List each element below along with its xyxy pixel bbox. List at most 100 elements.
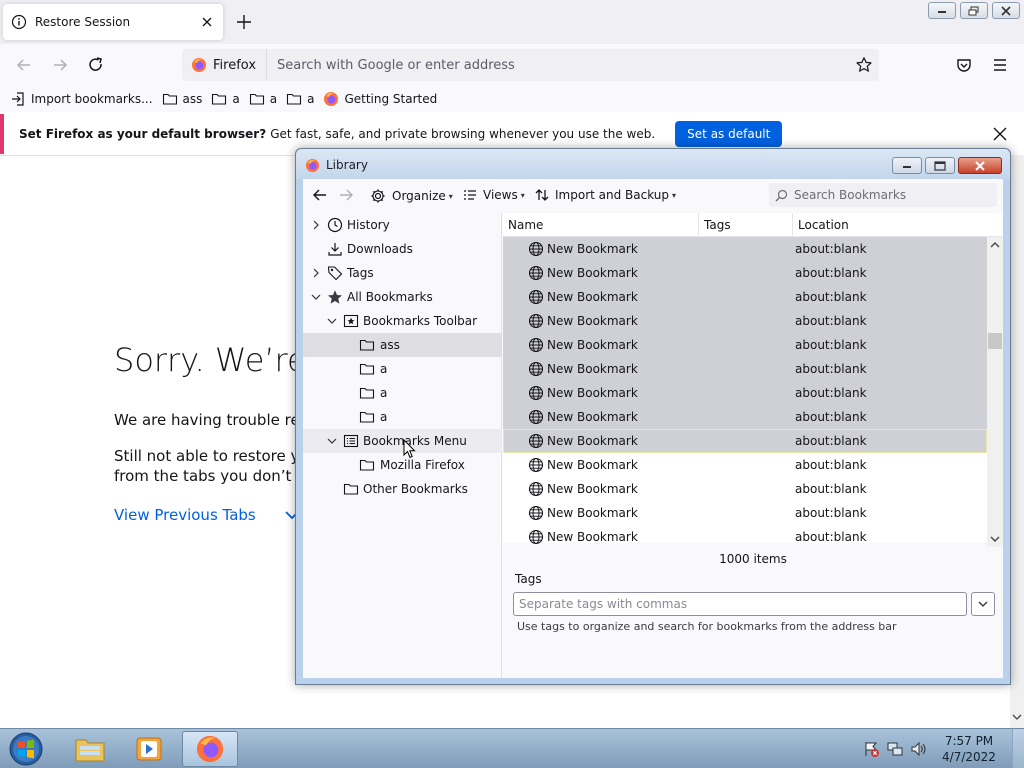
library-titlebar[interactable]: Library — [296, 149, 1010, 179]
star-icon — [327, 289, 343, 305]
window-controls — [928, 2, 1020, 19]
column-header-location[interactable]: Location — [793, 213, 1003, 237]
library-minimize-button[interactable] — [892, 157, 922, 174]
bookmark-row[interactable]: New Bookmark about:blank — [503, 453, 987, 477]
action-center-flag-icon[interactable] — [862, 740, 880, 758]
minimize-button[interactable] — [928, 2, 956, 19]
globe-icon — [528, 313, 544, 329]
bookmark-row[interactable]: New Bookmark about:blank — [503, 477, 987, 501]
column-header-name[interactable]: Name — [503, 213, 699, 237]
new-tab-button[interactable] — [234, 12, 254, 32]
bookmark-row[interactable]: New Bookmark about:blank — [503, 261, 987, 285]
back-button[interactable] — [14, 55, 34, 75]
clock[interactable]: 7:57 PM 4/7/2022 — [934, 733, 1004, 765]
chevron-right-icon[interactable] — [310, 267, 322, 279]
tab-restore-session[interactable]: Restore Session — [3, 4, 223, 40]
views-menu-button[interactable]: Views ▾ — [463, 188, 525, 202]
taskbar-explorer[interactable] — [62, 731, 118, 767]
bookmark-star-icon[interactable] — [855, 56, 873, 74]
start-button[interactable] — [6, 730, 46, 768]
close-window-button[interactable] — [992, 2, 1020, 19]
bookmark-label: a — [307, 92, 315, 106]
tags-field[interactable] — [513, 592, 967, 616]
bookmark-label: ass — [182, 92, 203, 106]
bookmark-getting-started[interactable]: Getting Started — [323, 91, 437, 107]
bookmark-row[interactable]: New Bookmark about:blank — [503, 309, 987, 333]
bookmark-folder-a[interactable]: a — [286, 91, 314, 107]
column-header-tags[interactable]: Tags — [699, 213, 793, 237]
scroll-up-icon[interactable] — [989, 240, 1001, 250]
tags-dropdown-button[interactable] — [971, 592, 995, 616]
restore-button[interactable] — [960, 2, 988, 19]
scrollbar-thumb[interactable] — [988, 333, 1002, 349]
tree-item-folder-a[interactable]: a — [303, 357, 502, 381]
close-tab-icon[interactable] — [199, 14, 215, 30]
tree-item-history[interactable]: History — [303, 213, 502, 237]
globe-icon — [528, 457, 544, 473]
import-backup-label: Import and Backup — [555, 188, 670, 202]
bookmark-location: about:blank — [795, 410, 867, 424]
tree-item-all-bookmarks[interactable]: All Bookmarks — [303, 285, 502, 309]
network-icon[interactable] — [886, 740, 904, 758]
organize-menu-button[interactable]: Organize ▾ — [370, 188, 453, 204]
address-bar[interactable]: Firefox — [182, 49, 879, 81]
bookmark-row[interactable]: New Bookmark about:blank — [503, 429, 987, 453]
view-previous-tabs-link[interactable]: View Previous Tabs — [114, 506, 300, 524]
tree-item-bookmarks-toolbar[interactable]: Bookmarks Toolbar — [303, 309, 502, 333]
chevron-down-icon[interactable] — [310, 291, 322, 303]
back-arrow-icon[interactable] — [312, 187, 328, 203]
tree-item-tags[interactable]: Tags — [303, 261, 502, 285]
tree-item-folder-a[interactable]: a — [303, 405, 502, 429]
identity-badge[interactable]: Firefox — [182, 49, 268, 81]
bookmarks-menu-icon — [343, 433, 359, 449]
tree-item-folder-a[interactable]: a — [303, 381, 502, 405]
reload-button[interactable] — [86, 55, 106, 75]
library-maximize-button[interactable] — [925, 157, 955, 174]
bookmark-row[interactable]: New Bookmark about:blank — [503, 501, 987, 525]
media-player-icon — [134, 735, 164, 763]
list-scrollbar[interactable] — [987, 237, 1003, 547]
search-icon — [775, 189, 788, 202]
volume-icon[interactable] — [910, 740, 928, 758]
bookmark-row[interactable]: New Bookmark about:blank — [503, 357, 987, 381]
bookmark-name: New Bookmark — [547, 458, 638, 472]
import-backup-menu-button[interactable]: Import and Backup ▾ — [535, 188, 676, 202]
taskbar-firefox[interactable] — [182, 731, 238, 767]
scroll-down-icon[interactable] — [989, 534, 1001, 544]
chevron-down-icon[interactable] — [326, 315, 338, 327]
url-input[interactable] — [267, 57, 879, 73]
page-scrollbar[interactable] — [1010, 155, 1024, 728]
restore-help: Still not able to restore you from the t… — [114, 446, 324, 486]
bookmarks-toolbar-icon — [343, 313, 359, 329]
tree-item-downloads[interactable]: Downloads — [303, 237, 502, 261]
chevron-down-icon[interactable] — [326, 435, 338, 447]
bookmark-row[interactable]: New Bookmark about:blank — [503, 237, 987, 261]
close-notification-icon[interactable] — [992, 126, 1008, 142]
bookmark-row[interactable]: New Bookmark about:blank — [503, 405, 987, 429]
info-icon — [11, 14, 27, 30]
forward-button[interactable] — [50, 55, 70, 75]
dropdown-arrow-icon: ▾ — [520, 190, 525, 200]
mouse-cursor-icon — [403, 439, 416, 459]
bookmark-folder-a[interactable]: a — [211, 91, 240, 107]
notification-heading: Set Firefox as your default browser? — [19, 127, 267, 141]
set-as-default-button[interactable]: Set as default — [675, 121, 783, 147]
bookmark-row[interactable]: New Bookmark about:blank — [503, 333, 987, 357]
bookmark-folder-ass[interactable]: ass — [162, 91, 203, 107]
tree-item-folder-ass[interactable]: ass — [303, 333, 502, 357]
bookmark-import[interactable]: Import bookmarks... — [10, 91, 153, 107]
show-desktop-button[interactable] — [1012, 729, 1024, 768]
bookmark-row[interactable]: New Bookmark about:blank — [503, 285, 987, 309]
taskbar-media-player[interactable] — [121, 731, 177, 767]
library-close-button[interactable] — [958, 157, 1002, 174]
forward-arrow-icon[interactable] — [338, 187, 354, 203]
chevron-right-icon[interactable] — [310, 219, 322, 231]
search-bookmarks-box[interactable] — [769, 183, 997, 207]
tree-item-other-bookmarks[interactable]: Other Bookmarks — [303, 477, 502, 501]
hamburger-menu-icon[interactable] — [990, 55, 1010, 75]
bookmark-row[interactable]: New Bookmark about:blank — [503, 381, 987, 405]
search-bookmarks-input[interactable] — [794, 188, 984, 202]
bookmark-row[interactable]: New Bookmark about:blank — [503, 525, 987, 549]
pocket-icon[interactable] — [954, 55, 974, 75]
bookmark-folder-a[interactable]: a — [249, 91, 277, 107]
